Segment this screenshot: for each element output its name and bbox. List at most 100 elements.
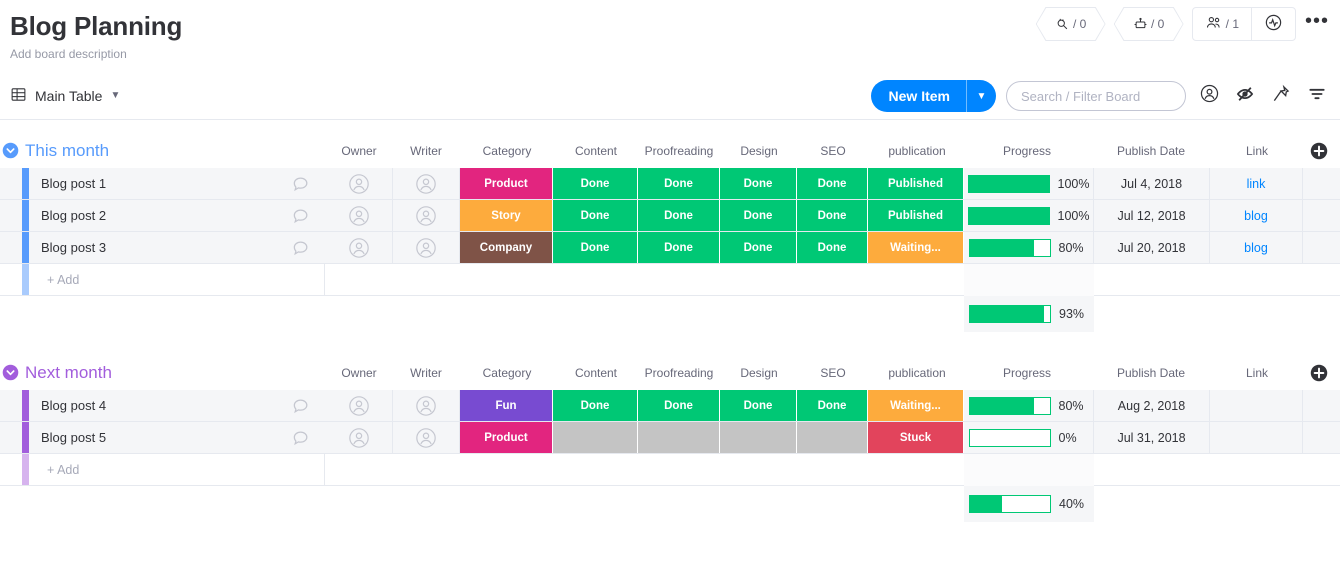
- content-status-cell[interactable]: Done: [553, 168, 638, 199]
- writer-avatar-placeholder-icon[interactable]: [393, 390, 460, 421]
- chat-bubble-icon[interactable]: [276, 422, 325, 453]
- link-cell[interactable]: link: [1210, 168, 1303, 199]
- table-row[interactable]: Blog post 2 Story Done Done Done Done Publish…: [0, 200, 1340, 232]
- writer-avatar-placeholder-icon[interactable]: [393, 422, 460, 453]
- progress-cell[interactable]: 100%: [964, 168, 1094, 199]
- person-filter-button[interactable]: [1196, 83, 1222, 109]
- progress-cell[interactable]: 80%: [964, 390, 1094, 421]
- owner-avatar-placeholder-icon[interactable]: [325, 168, 393, 199]
- filter-button[interactable]: [1304, 83, 1330, 109]
- members-button[interactable]: / 1: [1193, 8, 1251, 40]
- link-anchor[interactable]: link: [1247, 177, 1266, 191]
- column-header-publishdate[interactable]: Publish Date: [1091, 134, 1211, 168]
- new-item-button[interactable]: New Item ▼: [870, 80, 996, 112]
- progress-row[interactable]: 0%: [968, 428, 1089, 447]
- design-status-cell[interactable]: Done: [720, 200, 797, 231]
- link-cell[interactable]: blog: [1210, 200, 1303, 231]
- publish-date-cell[interactable]: Jul 4, 2018: [1094, 168, 1210, 199]
- add-item-row[interactable]: + Add: [0, 454, 1340, 486]
- link-cell[interactable]: [1210, 422, 1303, 453]
- owner-avatar-placeholder-icon[interactable]: [325, 422, 393, 453]
- progress-summary-cell[interactable]: 40%: [964, 486, 1094, 522]
- table-row[interactable]: Blog post 1 Product Done Done Done Done Publi…: [0, 168, 1340, 200]
- table-row[interactable]: Blog post 4 Fun Done Done Done Done Waiting..…: [0, 390, 1340, 422]
- table-row[interactable]: Blog post 5 Product Stuck 0% Jul 31, 2018: [0, 422, 1340, 454]
- proofreading-status-cell[interactable]: Done: [638, 390, 720, 421]
- proofreading-status-cell[interactable]: Done: [638, 168, 720, 199]
- link-anchor[interactable]: blog: [1244, 241, 1268, 255]
- column-header-publication[interactable]: publication: [857, 134, 977, 168]
- link-cell[interactable]: [1210, 390, 1303, 421]
- seo-status-cell[interactable]: Done: [797, 200, 868, 231]
- search-input[interactable]: [1006, 81, 1186, 111]
- progress-cell[interactable]: 100%: [964, 200, 1094, 231]
- new-item-dropdown-chevron-down-icon[interactable]: ▼: [966, 80, 996, 112]
- publish-date-cell[interactable]: Aug 2, 2018: [1094, 390, 1210, 421]
- seo-status-cell[interactable]: Done: [797, 168, 868, 199]
- publication-status-cell[interactable]: Stuck: [868, 422, 964, 453]
- column-header-publication[interactable]: publication: [857, 356, 977, 390]
- progress-summary-cell[interactable]: 93%: [964, 296, 1094, 332]
- column-header-link[interactable]: Link: [1197, 134, 1317, 168]
- seo-status-cell[interactable]: Done: [797, 390, 868, 421]
- link-anchor[interactable]: blog: [1244, 209, 1268, 223]
- owner-avatar-placeholder-icon[interactable]: [325, 200, 393, 231]
- add-item-label[interactable]: + Add: [29, 264, 79, 295]
- chat-bubble-icon[interactable]: [276, 200, 325, 231]
- seo-status-cell[interactable]: [797, 422, 868, 453]
- chat-bubble-icon[interactable]: [276, 390, 325, 421]
- pin-board-button[interactable]: [1268, 83, 1294, 109]
- chat-bubble-icon[interactable]: [276, 232, 325, 263]
- category-status-cell[interactable]: Company: [460, 232, 553, 263]
- table-row[interactable]: Blog post 3 Company Done Done Done Done Waiti…: [0, 232, 1340, 264]
- design-status-cell[interactable]: [720, 422, 797, 453]
- design-status-cell[interactable]: Done: [720, 390, 797, 421]
- category-status-cell[interactable]: Product: [460, 168, 553, 199]
- publication-status-cell[interactable]: Waiting...: [868, 232, 964, 263]
- publish-date-cell[interactable]: Jul 12, 2018: [1094, 200, 1210, 231]
- activity-log-button[interactable]: [1251, 8, 1295, 40]
- column-header-progress[interactable]: Progress: [967, 134, 1087, 168]
- content-status-cell[interactable]: Done: [553, 200, 638, 231]
- column-header-progress[interactable]: Progress: [967, 356, 1087, 390]
- chevron-down-icon[interactable]: ▼: [110, 90, 120, 101]
- column-header-link[interactable]: Link: [1197, 356, 1317, 390]
- column-header-publishdate[interactable]: Publish Date: [1091, 356, 1211, 390]
- collapse-group-icon[interactable]: [2, 364, 19, 381]
- group-title[interactable]: Next month: [25, 356, 112, 390]
- collapse-group-icon[interactable]: [2, 142, 19, 159]
- progress-row[interactable]: 80%: [968, 238, 1089, 257]
- hide-columns-button[interactable]: [1232, 83, 1258, 109]
- publish-date-cell[interactable]: Jul 20, 2018: [1094, 232, 1210, 263]
- category-status-cell[interactable]: Fun: [460, 390, 553, 421]
- writer-avatar-placeholder-icon[interactable]: [393, 200, 460, 231]
- progress-summary[interactable]: 93%: [969, 305, 1089, 323]
- progress-cell[interactable]: 0%: [964, 422, 1094, 453]
- add-column-icon[interactable]: [1310, 364, 1328, 382]
- progress-row[interactable]: 100%: [967, 174, 1089, 193]
- publication-status-cell[interactable]: Waiting...: [868, 390, 964, 421]
- proofreading-status-cell[interactable]: Done: [638, 232, 720, 263]
- progress-cell[interactable]: 80%: [964, 232, 1094, 263]
- design-status-cell[interactable]: Done: [720, 232, 797, 263]
- owner-avatar-placeholder-icon[interactable]: [325, 390, 393, 421]
- design-status-cell[interactable]: Done: [720, 168, 797, 199]
- view-tab-main-table[interactable]: Main Table ▼: [10, 86, 120, 106]
- progress-summary[interactable]: 40%: [969, 495, 1089, 513]
- automations-button[interactable]: / 0: [1113, 7, 1184, 41]
- integrations-button[interactable]: / 0: [1035, 7, 1106, 41]
- proofreading-status-cell[interactable]: [638, 422, 720, 453]
- content-status-cell[interactable]: Done: [553, 232, 638, 263]
- progress-row[interactable]: 80%: [968, 396, 1089, 415]
- add-item-row[interactable]: + Add: [0, 264, 1340, 296]
- category-status-cell[interactable]: Product: [460, 422, 553, 453]
- publish-date-cell[interactable]: Jul 31, 2018: [1094, 422, 1210, 453]
- owner-avatar-placeholder-icon[interactable]: [325, 232, 393, 263]
- seo-status-cell[interactable]: Done: [797, 232, 868, 263]
- writer-avatar-placeholder-icon[interactable]: [393, 232, 460, 263]
- add-column-icon[interactable]: [1310, 142, 1328, 160]
- writer-avatar-placeholder-icon[interactable]: [393, 168, 460, 199]
- publication-status-cell[interactable]: Published: [868, 200, 964, 231]
- add-item-label[interactable]: + Add: [29, 454, 79, 485]
- content-status-cell[interactable]: [553, 422, 638, 453]
